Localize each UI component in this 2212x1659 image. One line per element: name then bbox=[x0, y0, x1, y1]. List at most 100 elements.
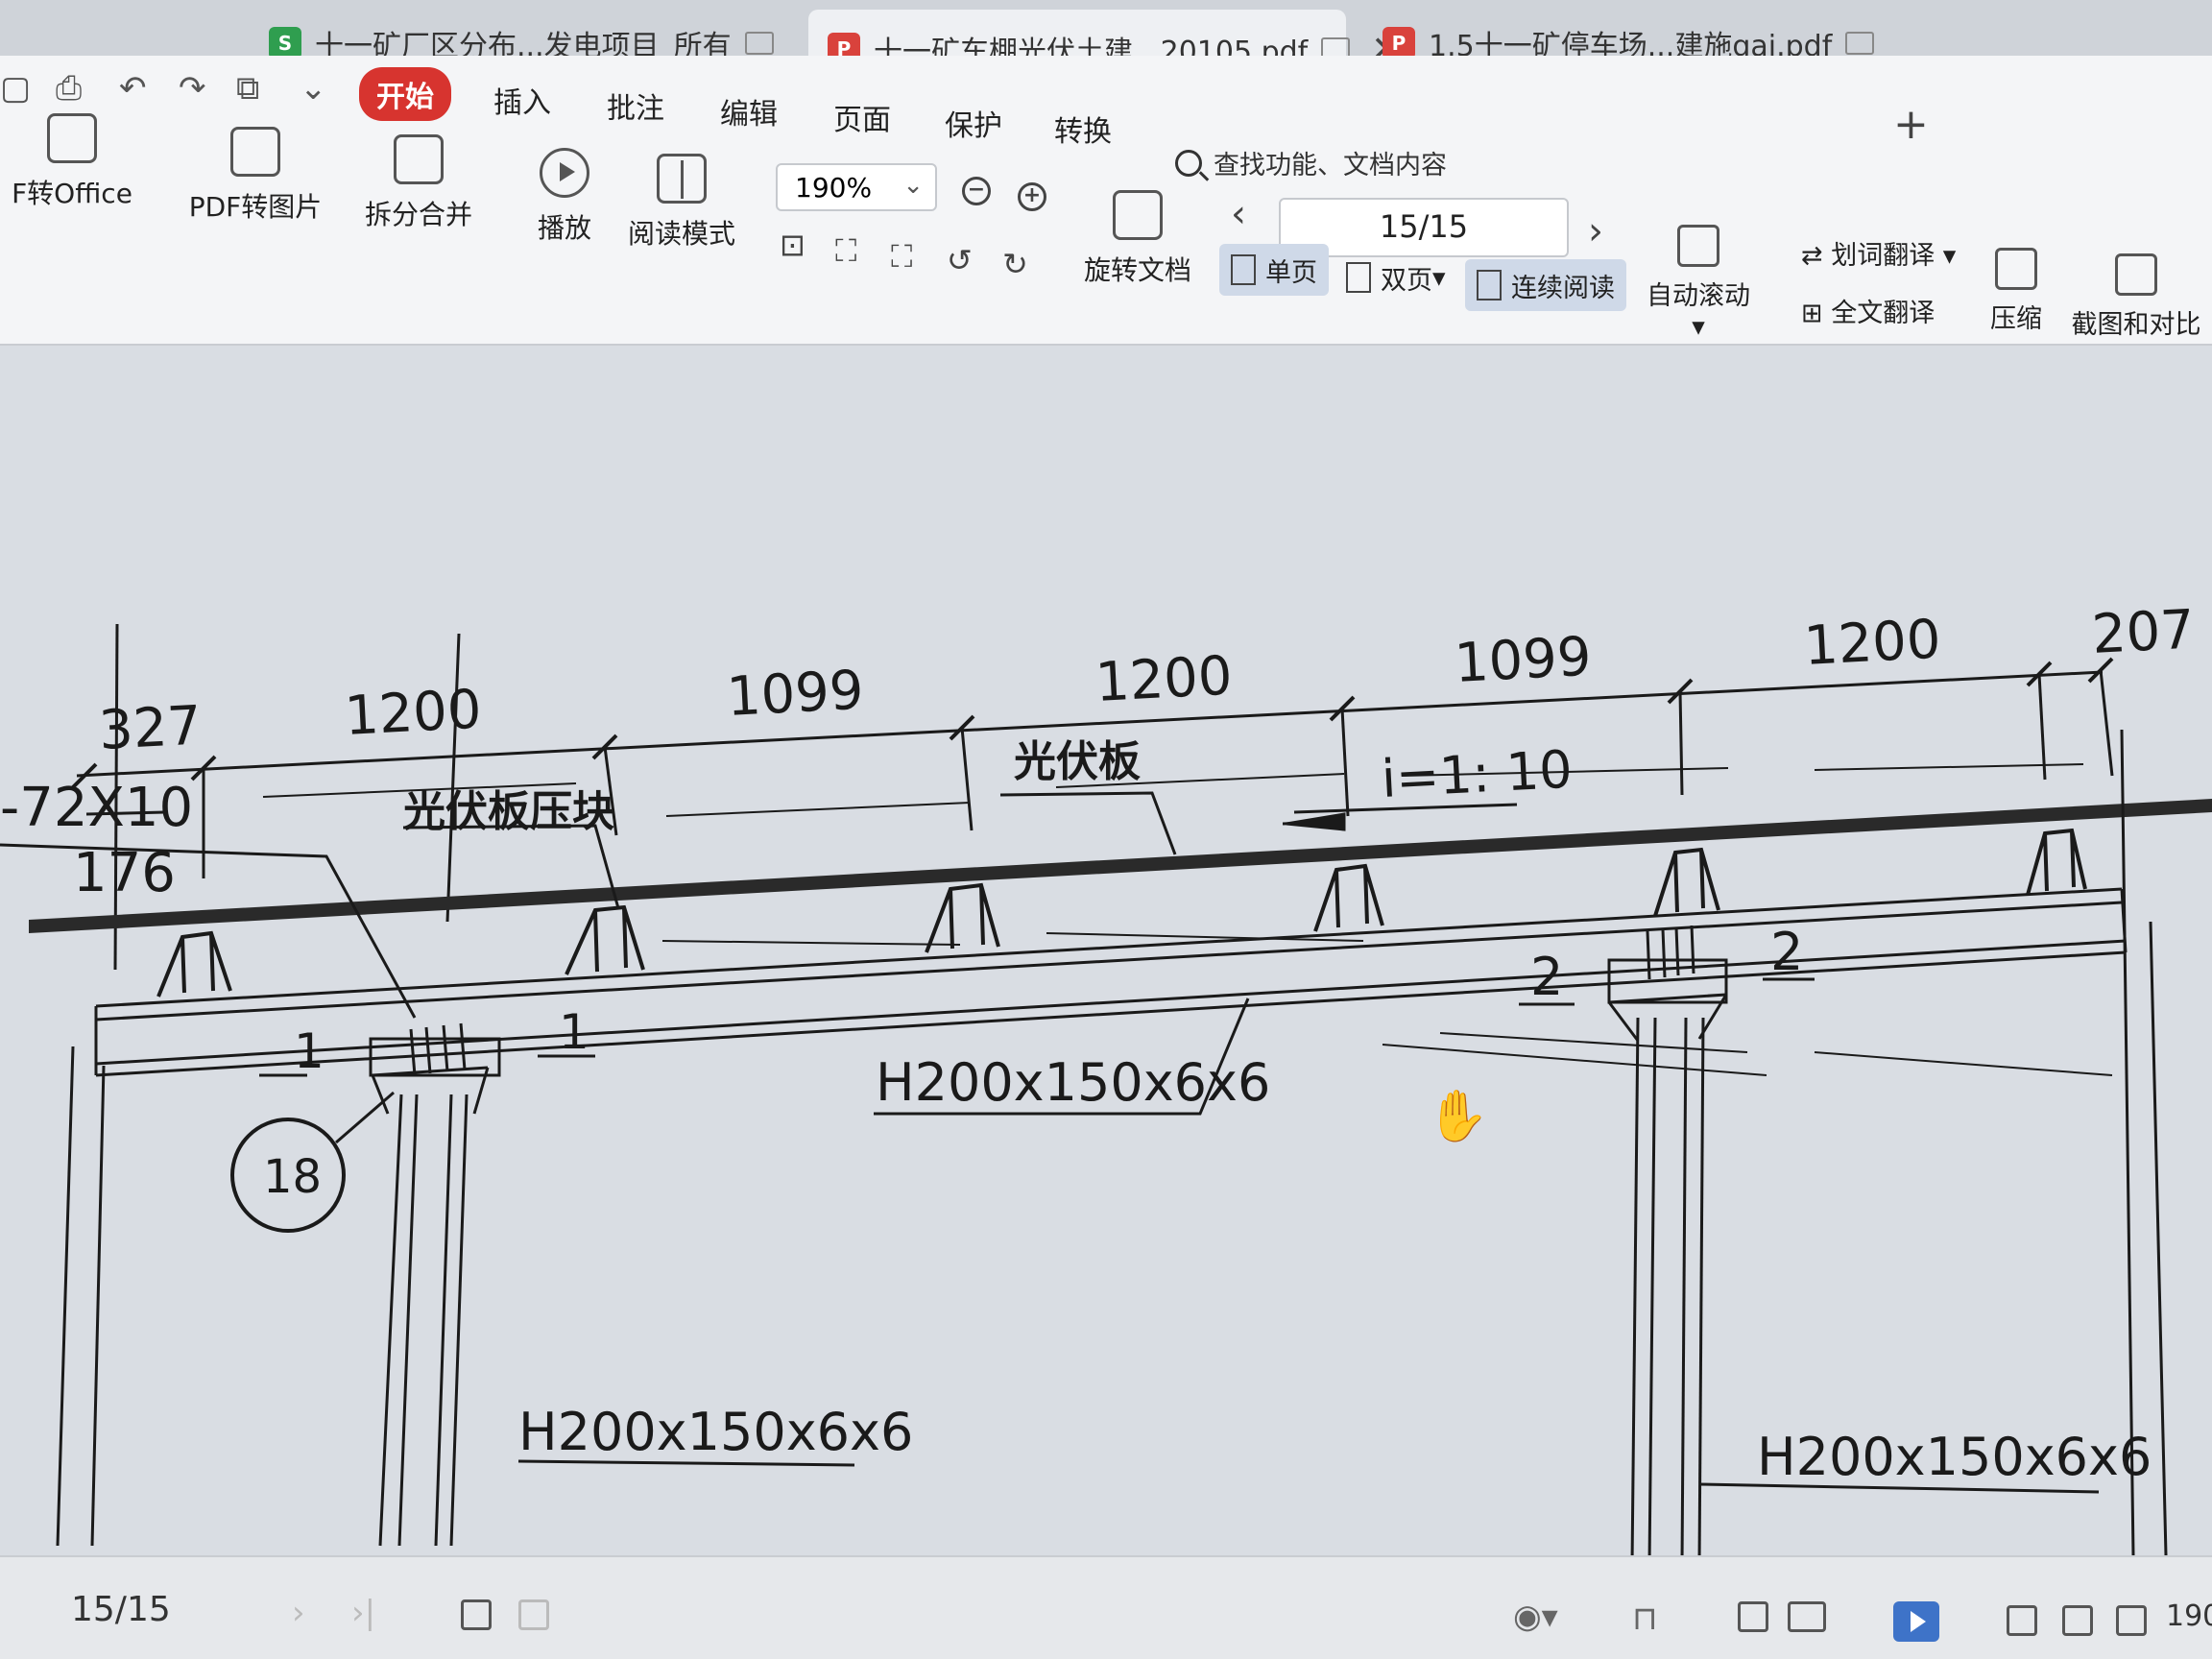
export-icon[interactable]: ⧉ bbox=[236, 69, 259, 108]
dim-327: 327 bbox=[97, 694, 203, 762]
monitor-icon bbox=[744, 32, 774, 55]
status-page-count: 15/15 bbox=[71, 1590, 171, 1629]
pdf-file-icon: P bbox=[1382, 27, 1415, 60]
fit-width-icon[interactable]: ⛶ bbox=[891, 238, 912, 276]
h-beam bbox=[94, 887, 2128, 1077]
menu-edit[interactable]: 编辑 bbox=[703, 84, 795, 138]
single-page-icon bbox=[1231, 254, 1256, 285]
engineering-drawing: 327 1200 1099 1200 1099 1200 207 -72X10 … bbox=[0, 598, 2212, 1555]
last-page-icon[interactable]: ›| bbox=[351, 1594, 375, 1632]
full-translate-icon: ⊞ bbox=[1801, 299, 1823, 328]
section-mark-2-left: 2 bbox=[1530, 947, 1563, 1007]
word-translate-button[interactable]: ⇄ 划词翻译 ▾ bbox=[1801, 234, 1956, 272]
book-icon bbox=[657, 154, 707, 204]
status-bar: 15/15 › ›| ◉▾ ⊓ 190 bbox=[0, 1555, 2212, 1659]
dim-1099-b: 1099 bbox=[1453, 626, 1593, 695]
menu-start[interactable]: 开始 bbox=[359, 67, 451, 121]
quick-access-dropdown-icon[interactable]: ⌄ bbox=[300, 69, 327, 108]
rotate-document-button[interactable]: 旋转文档 bbox=[1066, 190, 1210, 288]
play-button[interactable]: 播放 bbox=[526, 148, 603, 246]
undo-icon[interactable]: ↶ bbox=[119, 69, 147, 108]
dim-1200-a: 1200 bbox=[343, 679, 483, 748]
image-icon bbox=[230, 127, 280, 177]
slope-arrow bbox=[1286, 812, 1346, 831]
split-merge-button[interactable]: 拆分合并 bbox=[351, 134, 486, 232]
compress-button[interactable]: 压缩 bbox=[1987, 248, 2045, 335]
next-page-icon[interactable]: › bbox=[1588, 209, 1603, 253]
beam-label: H200x150x6x6 bbox=[876, 1052, 1270, 1113]
ribbon-toolbar: ▢ ⎙ ↶ ↷ ⧉ ⌄ 开始 插入 批注 编辑 页面 保护 转换 查找功能、文档… bbox=[0, 56, 2212, 346]
dim-1099-a: 1099 bbox=[725, 660, 865, 729]
left-column-label: H200x150x6x6 bbox=[518, 1402, 913, 1462]
zoom-out-icon[interactable]: − bbox=[962, 177, 991, 205]
chevron-down-icon: ▾ bbox=[1432, 262, 1446, 293]
rotate-left-icon[interactable]: ↺ bbox=[947, 242, 973, 278]
screenshot-compare-button[interactable]: 截图和对比 bbox=[2064, 253, 2208, 341]
auto-scroll-icon bbox=[1677, 225, 1719, 267]
menu-row: ▢ ⎙ ↶ ↷ ⧉ ⌄ 开始 插入 批注 编辑 页面 保护 转换 bbox=[0, 56, 2212, 149]
menu-protect[interactable]: 保护 bbox=[927, 96, 1020, 150]
continuous-read-icon bbox=[1477, 270, 1502, 301]
split-merge-icon bbox=[394, 134, 444, 184]
single-page-button[interactable]: 单页 bbox=[1219, 244, 1329, 296]
double-view-icon[interactable] bbox=[1788, 1601, 1826, 1632]
offset-label: 176 bbox=[73, 842, 176, 904]
rotate-document-icon bbox=[1113, 190, 1163, 240]
read-mode-button[interactable]: 阅读模式 bbox=[624, 154, 739, 252]
fit-page-icon[interactable]: ⛶ bbox=[835, 232, 856, 270]
menu-convert[interactable]: 转换 bbox=[1037, 102, 1129, 156]
screen: S 十一矿厂区分布...发电项目_所有 P 十一矿车棚光伏土建...20105.… bbox=[0, 0, 2212, 1659]
continuous-read-button[interactable]: 连续阅读 bbox=[1465, 259, 1626, 311]
slope-label: i=1: 10 bbox=[1380, 739, 1574, 809]
menu-annotate[interactable]: 批注 bbox=[589, 79, 682, 132]
dim-207: 207 bbox=[2090, 598, 2196, 666]
section-mark-2-right: 2 bbox=[1770, 922, 1803, 982]
search-label: 查找功能、文档内容 bbox=[1214, 151, 1447, 180]
forward-icon[interactable] bbox=[518, 1599, 549, 1630]
detail-number: 18 bbox=[263, 1150, 322, 1204]
fit-width-icon[interactable] bbox=[2116, 1605, 2147, 1636]
search-box[interactable]: 查找功能、文档内容 bbox=[1175, 144, 1447, 181]
full-translate-button[interactable]: ⊞ 全文翻译 bbox=[1801, 292, 1935, 329]
monitor-icon bbox=[1845, 32, 1875, 55]
continuous-view-icon[interactable]: ⊓ bbox=[1632, 1599, 1658, 1638]
document-viewport[interactable]: 327 1200 1099 1200 1099 1200 207 -72X10 … bbox=[0, 346, 2212, 1555]
pdf-to-image-button[interactable]: PDF转图片 bbox=[179, 127, 332, 225]
single-view-icon[interactable] bbox=[1738, 1601, 1768, 1632]
next-page-icon[interactable]: › bbox=[292, 1594, 305, 1632]
redo-icon[interactable]: ↷ bbox=[179, 69, 206, 108]
new-tab-button[interactable]: + bbox=[1893, 100, 1929, 149]
panel-label: 光伏板 bbox=[1014, 737, 1141, 786]
right-column-label: H200x150x6x6 bbox=[1757, 1427, 2152, 1487]
hand-cursor-icon: ✋ bbox=[1427, 1088, 1489, 1145]
zoom-in-icon[interactable]: + bbox=[1018, 182, 1046, 211]
column-centerline bbox=[445, 633, 461, 923]
play-slideshow-button[interactable] bbox=[1893, 1601, 1939, 1642]
drawing-text: 327 1200 1099 1200 1099 1200 207 -72X10 … bbox=[0, 598, 2196, 1487]
section-mark-1-right: 1 bbox=[559, 1004, 589, 1060]
search-icon bbox=[1175, 149, 1202, 177]
chevron-down-icon: ⌄ bbox=[902, 171, 924, 200]
save-icon[interactable]: ▢ bbox=[0, 69, 31, 108]
dim-1200-c: 1200 bbox=[1802, 609, 1942, 678]
panel-clamp-label: 光伏板压块 bbox=[403, 787, 614, 836]
double-page-button[interactable]: 双页 ▾ bbox=[1334, 252, 1457, 303]
print-icon[interactable]: ⎙ bbox=[56, 69, 82, 108]
right-column bbox=[1607, 925, 1728, 1555]
section-mark-1-left: 1 bbox=[294, 1023, 325, 1079]
to-office-button[interactable]: F转Office bbox=[0, 113, 144, 211]
zoom-level: 190 bbox=[2166, 1599, 2212, 1633]
rotate-right-icon[interactable]: ↻ bbox=[1002, 246, 1028, 282]
menu-page[interactable]: 页面 bbox=[816, 90, 908, 144]
eye-protect-icon[interactable]: ◉▾ bbox=[1513, 1598, 1558, 1636]
play-icon bbox=[540, 148, 589, 198]
menu-insert[interactable]: 插入 bbox=[476, 73, 568, 127]
zoom-select[interactable]: 190% ⌄ bbox=[776, 163, 937, 211]
actual-size-icon[interactable]: ⊡ bbox=[780, 227, 805, 263]
back-icon[interactable] bbox=[461, 1599, 492, 1630]
fit-page-icon[interactable] bbox=[2062, 1605, 2093, 1636]
left-column bbox=[369, 1022, 501, 1547]
actual-size-icon[interactable] bbox=[2007, 1605, 2037, 1636]
auto-scroll-button[interactable]: 自动滚动 ▾ bbox=[1638, 225, 1759, 342]
previous-page-icon[interactable]: ‹ bbox=[1231, 192, 1246, 236]
